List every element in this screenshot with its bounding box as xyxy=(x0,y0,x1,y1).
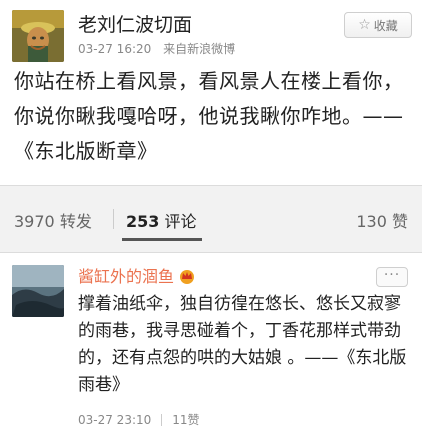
comment-text: 撑着油纸伞，独自彷徨在悠长、悠长又寂寥的雨巷，我寻思碰着个，丁香花那样式带劲的，… xyxy=(78,294,407,395)
meta-divider xyxy=(161,414,163,426)
active-tab-indicator xyxy=(122,238,202,241)
comments-label: 评论 xyxy=(164,212,197,231)
crown-icon xyxy=(180,270,195,284)
reposts-label: 转发 xyxy=(59,212,92,231)
weibo-post: 老刘仁波切面 03-27 16:20 来自新浪微博 ☆ 收藏 你站在桥上看风景，… xyxy=(0,0,422,186)
comment-time: 03-27 23:10 xyxy=(78,413,152,427)
likes-count: 130 xyxy=(356,212,387,231)
commenter-avatar[interactable] xyxy=(12,265,64,317)
comment-meta: 03-27 23:10 11赞 xyxy=(78,411,200,428)
post-text: 你站在桥上看风景，看风景人在楼上看你，你说你瞅我嘎哈呀，他说我瞅你咋地。——《东… xyxy=(14,69,404,163)
tab-comments[interactable]: 253 评论 xyxy=(126,208,197,232)
post-meta: 03-27 16:20 来自新浪微博 xyxy=(78,40,235,57)
post-time: 03-27 16:20 xyxy=(78,42,152,56)
stats-bar: 3970 转发 253 评论 130 赞 xyxy=(0,196,422,242)
tab-reposts[interactable]: 3970 转发 xyxy=(14,208,92,232)
more-options-button[interactable]: ··· xyxy=(376,267,408,287)
comment-likes[interactable]: 11赞 xyxy=(172,413,199,427)
star-icon: ☆ xyxy=(358,17,371,33)
post-source[interactable]: 来自新浪微博 xyxy=(163,42,235,56)
commenter-username[interactable]: 酱缸外的涸鱼 xyxy=(78,263,196,287)
comments-count: 253 xyxy=(126,212,160,231)
comment-item: 酱缸外的涸鱼 ··· 撑着油纸伞，独自彷徨在悠长、悠长又寂寥的雨巷，我寻思碰着个… xyxy=(0,252,422,440)
reposts-count: 3970 xyxy=(14,212,55,231)
favorite-button[interactable]: ☆ 收藏 xyxy=(344,12,412,38)
commenter-name: 酱缸外的涸鱼 xyxy=(78,267,175,286)
user-avatar[interactable] xyxy=(12,10,64,62)
tab-likes[interactable]: 130 赞 xyxy=(356,208,408,232)
tab-divider xyxy=(113,209,114,229)
likes-label: 赞 xyxy=(391,212,408,231)
favorite-label: 收藏 xyxy=(373,18,398,33)
post-username[interactable]: 老刘仁波切面 xyxy=(78,10,192,37)
